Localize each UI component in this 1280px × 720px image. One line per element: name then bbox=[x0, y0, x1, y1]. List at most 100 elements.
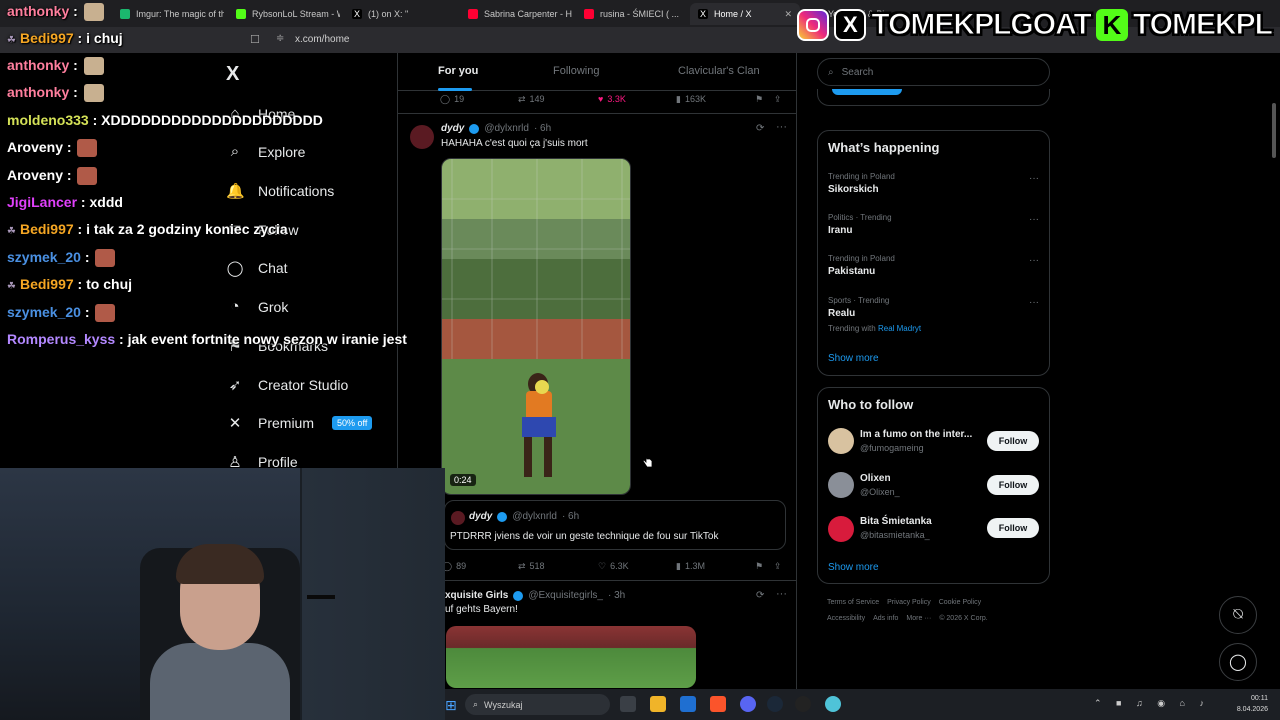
discord-icon[interactable] bbox=[740, 696, 756, 712]
quote-text: PTDRRR jviens de voir un geste technique… bbox=[450, 531, 719, 542]
site-info-icon[interactable]: ≑ bbox=[276, 33, 284, 44]
nav-grok[interactable]: ◔ Grok bbox=[226, 298, 288, 315]
follow-button[interactable]: Follow bbox=[987, 475, 1039, 495]
related-trend-link[interactable]: Real Madryt bbox=[878, 324, 921, 333]
footer-links: Terms of Service Privacy Policy Cookie P… bbox=[827, 599, 981, 606]
like-button[interactable]: ♡ 6.3K bbox=[598, 561, 629, 572]
more-icon[interactable]: ··· bbox=[1029, 255, 1039, 266]
close-tab-icon[interactable]: ✕ bbox=[784, 9, 792, 20]
repost-button[interactable]: ⇄ 518 bbox=[518, 561, 545, 572]
windows-start-icon[interactable]: ⊞ bbox=[445, 697, 457, 714]
author-name[interactable]: dydy bbox=[441, 123, 464, 134]
follow-handle[interactable]: @fumogameing bbox=[860, 443, 924, 453]
x-logo-icon[interactable]: X bbox=[226, 63, 239, 86]
like-button[interactable]: ♥ 3.3K bbox=[598, 94, 626, 104]
follow-button[interactable]: Follow bbox=[987, 518, 1039, 538]
system-clock[interactable]: 00:11 8.04.2026 bbox=[1237, 693, 1268, 715]
show-more-link[interactable]: Show more bbox=[828, 562, 879, 573]
tab-home-x[interactable]: X Home / X ✕ bbox=[690, 3, 800, 25]
footer-link[interactable]: Privacy Policy bbox=[887, 599, 931, 606]
reply-button[interactable]: ◯ 89 bbox=[442, 561, 466, 572]
trend-name[interactable]: Pakistanu bbox=[828, 266, 875, 277]
footer-link[interactable]: Terms of Service bbox=[827, 599, 879, 606]
tab-clavicular-clan[interactable]: Clavicular's Clan bbox=[678, 65, 760, 77]
follow-name[interactable]: Olixen bbox=[860, 473, 891, 484]
follow-name[interactable]: Bita Śmietanka bbox=[860, 516, 932, 527]
chat-separator: : bbox=[115, 331, 128, 347]
tab-for-you[interactable]: For you bbox=[438, 65, 478, 77]
more-icon[interactable]: ··· bbox=[1029, 297, 1039, 308]
post-video[interactable]: 0:24 bbox=[441, 158, 631, 495]
views-button[interactable]: ▮ 1.3M bbox=[676, 561, 705, 572]
grok-icon[interactable]: ⟳ bbox=[756, 123, 764, 134]
grok-icon[interactable]: ⟳ bbox=[756, 590, 764, 601]
search-input[interactable]: ⌕ Search bbox=[817, 58, 1050, 86]
tab-rusina[interactable]: rusina - ŚMIECI ( ... bbox=[576, 3, 688, 25]
reply-icon: ◯ bbox=[440, 93, 451, 104]
avatar[interactable] bbox=[828, 428, 854, 454]
author-name[interactable]: xquisite Girls bbox=[445, 590, 508, 601]
trend-name[interactable]: Iranu bbox=[828, 225, 852, 236]
views-button[interactable]: ▮ 163K bbox=[676, 94, 706, 105]
trend-meta: Trending in Poland bbox=[828, 172, 895, 181]
tab-sabrina[interactable]: Sabrina Carpenter - He bbox=[460, 3, 572, 25]
chat-text: to chuj bbox=[86, 276, 133, 292]
url-field[interactable]: x.com/home bbox=[295, 34, 349, 45]
grok-fab-icon[interactable]: ⍉ bbox=[1219, 596, 1257, 634]
brave-icon[interactable] bbox=[710, 696, 726, 712]
show-more-link[interactable]: Show more bbox=[828, 353, 879, 364]
more-icon[interactable]: ··· bbox=[1029, 173, 1039, 184]
post-header: dydy @dylxnrld · 6h bbox=[441, 123, 551, 134]
bookmark-button[interactable]: ⚑ bbox=[755, 94, 763, 105]
footer-link[interactable]: Accessibility bbox=[827, 615, 865, 622]
footer-links: Accessibility Ads info More ··· © 2026 X… bbox=[827, 615, 988, 622]
post-image[interactable] bbox=[446, 626, 696, 688]
scrollbar[interactable] bbox=[1272, 103, 1276, 158]
messages-fab-icon[interactable]: ◯ bbox=[1219, 643, 1257, 681]
nav-notifications[interactable]: 🔔 Notifications bbox=[226, 182, 334, 200]
footer-link[interactable]: Ads info bbox=[873, 615, 898, 622]
author-handle[interactable]: @dylxnrld bbox=[484, 123, 529, 134]
footer-link[interactable]: More ··· bbox=[906, 615, 931, 622]
nav-chat[interactable]: ◯ Chat bbox=[226, 259, 288, 277]
more-icon[interactable]: ··· bbox=[776, 121, 787, 133]
follow-handle[interactable]: @bitasmietanka_ bbox=[860, 530, 930, 540]
repost-button[interactable]: ⇄ 149 bbox=[518, 94, 545, 105]
file-explorer-icon[interactable] bbox=[650, 696, 666, 712]
follow-handle[interactable]: @Olixen_ bbox=[860, 487, 900, 497]
app-icon[interactable] bbox=[825, 696, 841, 712]
subscribe-button[interactable] bbox=[832, 89, 902, 95]
more-icon[interactable]: ··· bbox=[776, 588, 787, 600]
store-icon[interactable] bbox=[680, 696, 696, 712]
follow-name[interactable]: Im a fumo on the inter... bbox=[860, 429, 972, 440]
share-button[interactable]: ⇪ bbox=[774, 94, 782, 105]
nav-premium[interactable]: ✕ Premium 50% off bbox=[226, 414, 373, 432]
bookmark-button[interactable]: ⚑ bbox=[755, 561, 763, 572]
bookmark-icon[interactable]: ☐ bbox=[250, 33, 260, 46]
taskbar-search-input[interactable]: ⌕ Wyszukaj bbox=[465, 694, 610, 715]
steam-icon[interactable] bbox=[767, 696, 783, 712]
avatar[interactable] bbox=[828, 516, 854, 542]
author-handle[interactable]: @Exquisitegirls_ bbox=[528, 590, 603, 601]
task-view-icon[interactable] bbox=[620, 696, 636, 712]
tab-imgur[interactable]: Imgur: The magic of th bbox=[112, 3, 224, 25]
tray-icons[interactable]: ⌃ ■ ♫ ◉ ⌂ ♪ bbox=[1094, 698, 1210, 709]
nav-explore[interactable]: ⌕ Explore bbox=[226, 143, 306, 160]
avatar[interactable] bbox=[410, 125, 434, 149]
quoted-post[interactable]: dydy @dylxnrld · 6h PTDRRR jviens de voi… bbox=[444, 500, 786, 550]
obs-icon[interactable] bbox=[795, 696, 811, 712]
follow-button[interactable]: Follow bbox=[987, 431, 1039, 451]
nav-creator-studio[interactable]: ➶ Creator Studio bbox=[226, 376, 349, 394]
reply-button[interactable]: ◯ 19 bbox=[440, 94, 464, 105]
tab-x-post[interactable]: X (1) on X: " bbox=[344, 3, 456, 25]
trend-name[interactable]: Sikorskich bbox=[828, 184, 879, 195]
trend-name[interactable]: Realu bbox=[828, 308, 855, 319]
footer-link[interactable]: Cookie Policy bbox=[939, 599, 981, 606]
avatar[interactable] bbox=[828, 472, 854, 498]
door-handle bbox=[307, 595, 335, 599]
tab-rybson[interactable]: RybsonLoL Stream - W bbox=[228, 3, 340, 25]
share-button[interactable]: ⇪ bbox=[774, 561, 782, 572]
more-icon[interactable]: ··· bbox=[1029, 214, 1039, 225]
chat-username: Bedi997 bbox=[19, 221, 74, 237]
tab-following[interactable]: Following bbox=[553, 65, 599, 77]
